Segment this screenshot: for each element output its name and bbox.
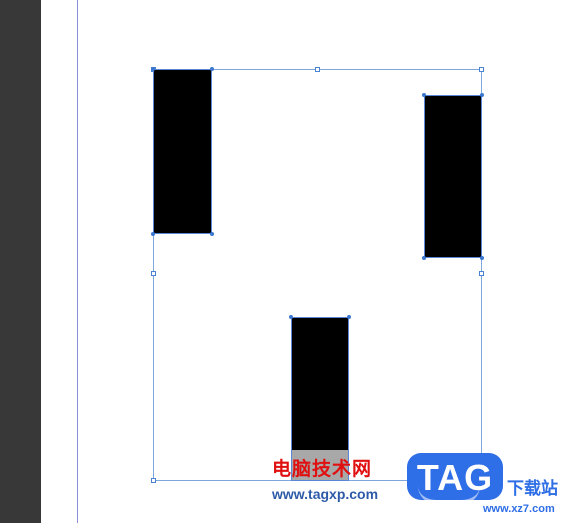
anchor-point[interactable] — [422, 256, 426, 260]
anchor-point[interactable] — [151, 232, 155, 236]
black-rectangle-left[interactable] — [153, 69, 212, 234]
anchor-point[interactable] — [347, 315, 351, 319]
selection-handle-top-right[interactable] — [479, 67, 484, 72]
anchor-point[interactable] — [480, 256, 484, 260]
anchor-point[interactable] — [422, 93, 426, 97]
selection-handle-top-center[interactable] — [315, 67, 320, 72]
anchor-point[interactable] — [210, 232, 214, 236]
download-site-url: www.xz7.com — [483, 503, 555, 515]
selection-handle-bottom-left[interactable] — [151, 478, 156, 483]
tag-logo-swoosh — [418, 486, 480, 504]
anchor-point[interactable] — [289, 315, 293, 319]
selection-handle-middle-right[interactable] — [479, 271, 484, 276]
pasteboard-strip — [0, 0, 41, 523]
watermark-site-name: 电脑技术网 — [272, 458, 373, 480]
anchor-point[interactable] — [151, 67, 155, 71]
page-edge-line — [77, 0, 78, 523]
anchor-point[interactable] — [480, 93, 484, 97]
download-site-name: 下载站 — [507, 479, 558, 499]
pasteboard-gutter — [41, 0, 78, 523]
selection-handle-middle-left[interactable] — [151, 271, 156, 276]
watermark-site-url: www.tagxp.com — [272, 486, 379, 502]
black-rectangle-right[interactable] — [424, 95, 482, 258]
anchor-point[interactable] — [210, 67, 214, 71]
